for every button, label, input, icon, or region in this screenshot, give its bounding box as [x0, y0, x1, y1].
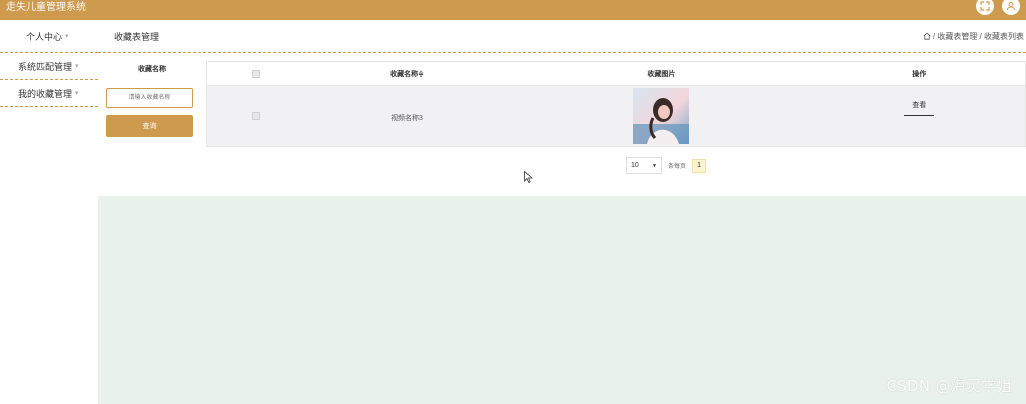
caret-down-icon: ▼: [652, 162, 657, 169]
page-size-select[interactable]: 10 ▼: [626, 157, 662, 174]
sidebar-item-my-favorites[interactable]: 我的收藏管理 ▾: [0, 80, 98, 107]
header-op: 操作: [912, 70, 927, 78]
search-button[interactable]: 查询: [106, 115, 193, 137]
mouse-cursor-icon: [524, 171, 533, 183]
page-number-current[interactable]: 1: [692, 158, 707, 173]
sidebar-item-system-match[interactable]: 系统匹配管理 ▾: [0, 53, 98, 80]
home-icon[interactable]: [923, 32, 931, 40]
header-image: 收藏图片: [647, 70, 676, 78]
topbar-actions: [976, 0, 1020, 15]
pagination: 10 ▼ 条每页 1: [626, 157, 707, 174]
content-area: CSDN @海灵学姐: [98, 196, 1026, 404]
chevron-down-icon: ▾: [75, 63, 79, 70]
chevron-down-icon: ▾: [75, 90, 79, 97]
breadcrumb-path: / 收藏表管理 / 收藏表列表: [932, 31, 1024, 41]
search-input[interactable]: [106, 88, 193, 108]
page-size-value: 10: [631, 162, 639, 169]
row-name: 视频名称3: [391, 115, 423, 122]
select-all-checkbox[interactable]: [251, 69, 260, 78]
view-button[interactable]: 查看: [904, 100, 935, 116]
search-label: 收藏名称: [138, 66, 166, 73]
per-page-label: 条每页: [668, 164, 687, 170]
watermark: CSDN @海灵学姐: [886, 377, 1012, 395]
app-title: 走失儿童管理系统: [6, 2, 86, 13]
table-header: 收藏名称≑ 收藏图片 操作: [207, 62, 1025, 86]
page-title: 收藏表管理: [114, 31, 160, 42]
page-header: 收藏表管理 / 收藏表管理 / 收藏表列表: [98, 20, 1026, 53]
search-panel: 收藏名称 查询: [106, 62, 198, 137]
row-checkbox[interactable]: [251, 112, 260, 120]
sidebar-item-label: 我的收藏管理: [18, 88, 73, 99]
sidebar-item-label: 系统匹配管理: [18, 61, 73, 72]
user-button[interactable]: [1002, 0, 1020, 15]
breadcrumb: / 收藏表管理 / 收藏表列表: [923, 31, 1026, 42]
sidebar-item-personal-center[interactable]: 个人中心 ▾: [0, 20, 98, 53]
app-root: 走失儿童管理系统 个人中心 ▾ 系统匹配管理 ▾ 我的收藏管理 ▾ 收藏表管理 …: [0, 0, 1026, 404]
chevron-down-icon: ▾: [65, 33, 69, 40]
expand-icon: [980, 1, 990, 11]
sidebar: 个人中心 ▾ 系统匹配管理 ▾ 我的收藏管理 ▾: [0, 20, 98, 404]
sidebar-item-label: 个人中心: [26, 31, 63, 42]
table-row: 视频名称3 查看: [207, 86, 1025, 146]
header-name[interactable]: 收藏名称≑: [305, 69, 510, 79]
fullscreen-button[interactable]: [976, 0, 994, 15]
favorite-thumbnail: [633, 88, 690, 144]
user-icon: [1007, 2, 1015, 11]
favorites-table: 收藏名称≑ 收藏图片 操作 视频名称3 查看: [206, 61, 1026, 147]
top-bar: 走失儿童管理系统: [0, 0, 1026, 20]
